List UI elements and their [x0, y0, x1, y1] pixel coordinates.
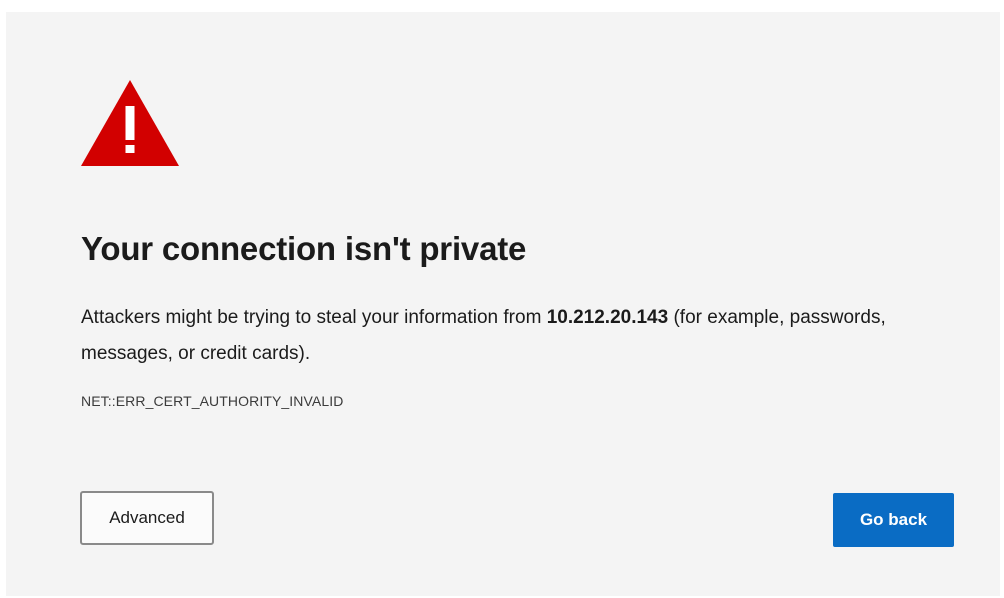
error-code: NET::ERR_CERT_AUTHORITY_INVALID: [81, 393, 344, 409]
warning-triangle-icon: [81, 80, 179, 166]
host-address: 10.212.20.143: [546, 307, 669, 328]
go-back-button[interactable]: Go back: [833, 493, 954, 547]
description-text-before: Attackers might be trying to steal your …: [81, 307, 547, 328]
error-description: Attackers might be trying to steal your …: [81, 300, 971, 372]
advanced-button[interactable]: Advanced: [80, 491, 214, 545]
page-title: Your connection isn't private: [81, 230, 527, 267]
